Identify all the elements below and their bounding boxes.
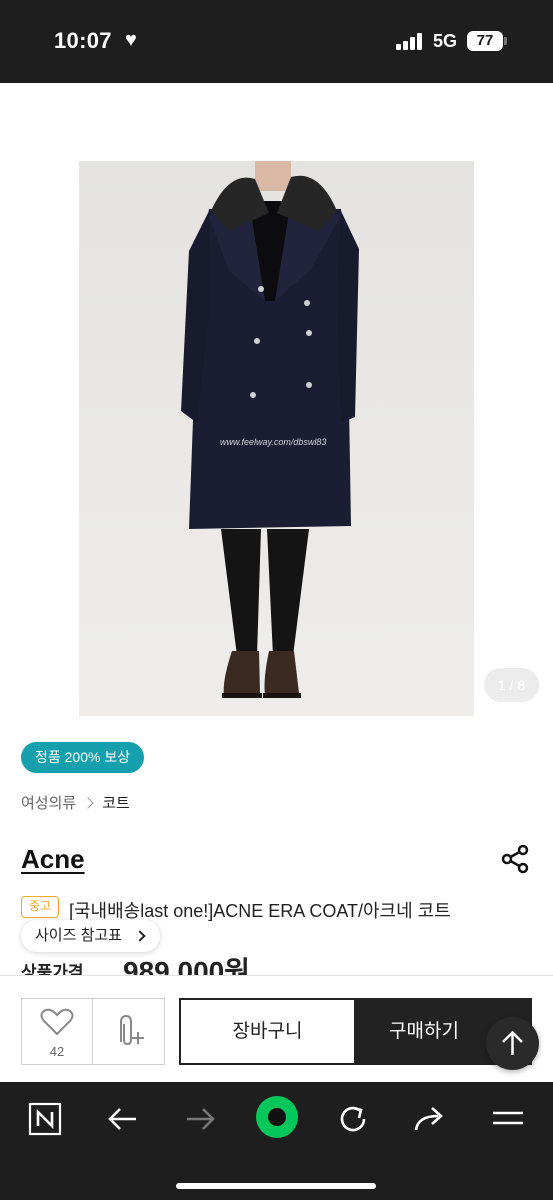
refresh-icon[interactable]: [333, 1099, 373, 1139]
share-icon[interactable]: [499, 843, 531, 875]
image-watermark: www.feelway.com/dbswl83: [220, 437, 327, 447]
arrow-up-icon: [502, 1030, 523, 1055]
paperclip-plus-icon: [120, 1014, 144, 1046]
scroll-to-top-button[interactable]: [486, 1017, 539, 1070]
breadcrumb-category[interactable]: 여성의류: [21, 795, 76, 812]
brand-name-link[interactable]: Acne: [21, 844, 85, 875]
breadcrumb: 여성의류 코트: [21, 792, 130, 813]
like-count: 42: [49, 1044, 65, 1059]
authenticity-badge: 정품 200% 보상: [21, 742, 145, 773]
heart-status-icon: ♥: [125, 29, 137, 51]
battery-tip: [504, 37, 507, 45]
image-counter: 1 / 8: [484, 668, 539, 702]
status-time: 10:07: [54, 28, 112, 53]
status-bar: 10:07 ♥ 5G 77: [0, 0, 553, 83]
size-guide-label: 사이즈 참고표: [35, 927, 122, 944]
like-button[interactable]: 42: [21, 998, 92, 1065]
forward-arrow-icon[interactable]: [180, 1099, 220, 1139]
condition-badge: 중고: [21, 896, 59, 918]
breadcrumb-chevron-icon: [82, 797, 94, 809]
battery-level: 77: [467, 31, 503, 51]
back-arrow-icon[interactable]: [103, 1099, 143, 1139]
home-indicator: [176, 1183, 376, 1189]
add-to-collection-button[interactable]: [92, 998, 165, 1065]
green-dot-icon[interactable]: [254, 1094, 300, 1140]
share-arrow-icon[interactable]: [410, 1099, 450, 1139]
network-type: 5G: [433, 31, 458, 51]
add-to-cart-button[interactable]: 장바구니: [179, 998, 356, 1065]
purchase-action-bar: 42 장바구니 구매하기: [0, 975, 553, 1082]
product-photo[interactable]: www.feelway.com/dbswl83: [79, 161, 474, 716]
heart-outline-icon: [40, 1008, 74, 1036]
size-guide-button[interactable]: 사이즈 참고표: [21, 920, 160, 952]
price-row: 상품가격 989,000원: [0, 950, 553, 976]
menu-icon[interactable]: [488, 1099, 528, 1139]
price-label: 상품가격: [21, 963, 84, 976]
chevron-right-icon: [134, 930, 146, 942]
breadcrumb-subcategory[interactable]: 코트: [102, 795, 130, 812]
signal-strength-icon: [396, 33, 424, 50]
price-value: 989,000원: [123, 956, 250, 976]
naver-n-icon[interactable]: [25, 1099, 65, 1139]
